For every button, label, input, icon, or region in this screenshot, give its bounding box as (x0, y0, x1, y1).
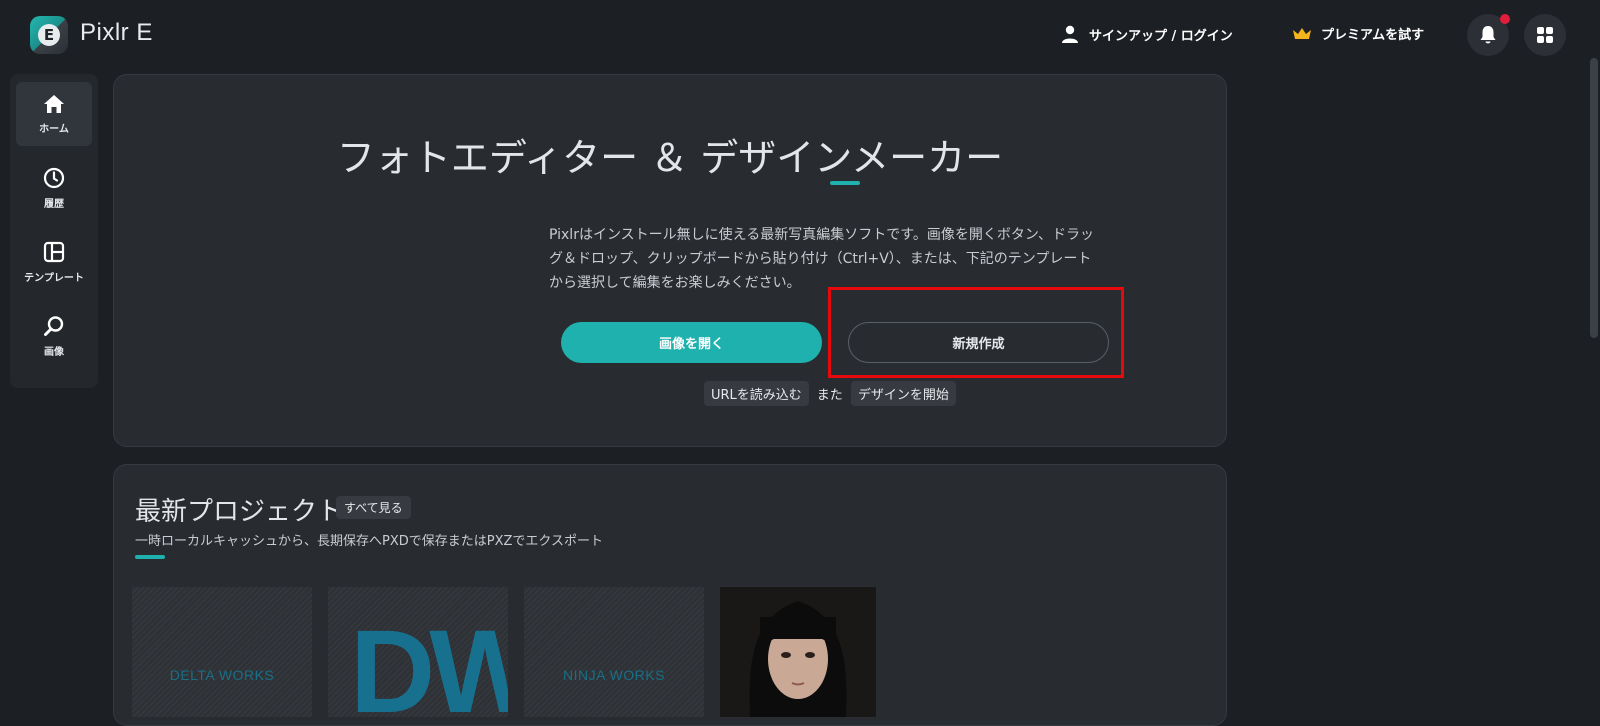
signin-button[interactable]: サインアップ / ログイン (1060, 24, 1233, 44)
secondary-actions: URLを読み込む また デザインを開始 (704, 381, 956, 406)
hero-title: フォトエディター ＆ デザインメーカー (336, 136, 1004, 180)
sidebar-item-label: 画像 (44, 346, 64, 358)
title-underline (830, 181, 860, 185)
highlight-box (828, 287, 1124, 378)
sidebar: ホーム 履歴 テンプレート 画像 (10, 74, 98, 388)
sidebar-item-label: ホーム (39, 123, 69, 135)
recent-projects-card: 最新プロジェクト すべて見る 一時ローカルキャッシュから、長期保存へPXDで保存… (113, 464, 1227, 726)
see-all-button[interactable]: すべて見る (336, 496, 411, 519)
projects-title: 最新プロジェクト (135, 497, 344, 527)
project-thumbnail[interactable]: DELTA WORKS (132, 587, 312, 717)
crown-icon (1293, 27, 1311, 39)
clock-icon (43, 167, 65, 188)
or-text: また (816, 388, 843, 403)
thumbnail-text: DELTA WORKS (169, 667, 275, 683)
thumbnail-text: NINJA WORKS (563, 667, 665, 683)
start-design-link[interactable]: デザインを開始 (850, 381, 956, 406)
user-icon (1062, 25, 1078, 43)
premium-button[interactable]: プレミアムを試す (1292, 24, 1424, 43)
projects-underline (135, 555, 165, 559)
projects-subtitle: 一時ローカルキャッシュから、長期保存へPXDで保存またはPXZでエクスポート (135, 534, 604, 549)
project-thumbnail[interactable]: NINJA WORKS (524, 587, 704, 717)
description-line: Pixlrはインストール無しに使える最新写真編集ソフトです。画像を開くボタン、ド… (549, 227, 1095, 243)
open-image-button[interactable]: 画像を開く (561, 322, 822, 363)
top-bar: E Pixlr E サインアップ / ログイン プレミアムを試す (0, 0, 1600, 72)
project-thumbnail[interactable]: DW (328, 587, 508, 717)
app-title: Pixlr E (80, 19, 153, 46)
thumbnail-text: DW (350, 606, 508, 717)
sidebar-item-history[interactable]: 履歴 (16, 156, 92, 220)
project-thumbnail[interactable] (720, 587, 876, 717)
signin-label: サインアップ / ログイン (1089, 28, 1233, 44)
sidebar-item-home[interactable]: ホーム (16, 82, 92, 146)
home-icon (44, 94, 64, 113)
sidebar-item-templates[interactable]: テンプレート (16, 230, 92, 294)
premium-label: プレミアムを試す (1321, 28, 1425, 43)
bell-icon (1480, 26, 1496, 44)
pixlr-logo[interactable]: E (30, 16, 68, 54)
logo-letter: E (38, 24, 60, 46)
template-icon (43, 241, 65, 262)
sidebar-item-label: テンプレート (24, 272, 84, 284)
search-icon (44, 315, 64, 336)
portrait-image (720, 587, 876, 717)
sidebar-item-label: 履歴 (44, 198, 64, 210)
description-line: グ＆ドロップ、クリップボードから貼り付け（Ctrl+V）、または、下記のテンプレ… (549, 251, 1092, 267)
grid-icon (1537, 27, 1553, 43)
scrollbar-thumb[interactable] (1590, 58, 1598, 338)
apps-button[interactable] (1524, 14, 1566, 56)
sidebar-item-images[interactable]: 画像 (16, 304, 92, 368)
load-url-link[interactable]: URLを読み込む (704, 381, 809, 406)
hero-card: フォトエディター ＆ デザインメーカー Pixlrはインストール無しに使える最新… (113, 74, 1227, 447)
notification-dot (1500, 14, 1510, 24)
hero-description: Pixlrはインストール無しに使える最新写真編集ソフトです。画像を開くボタン、ド… (549, 223, 1139, 295)
